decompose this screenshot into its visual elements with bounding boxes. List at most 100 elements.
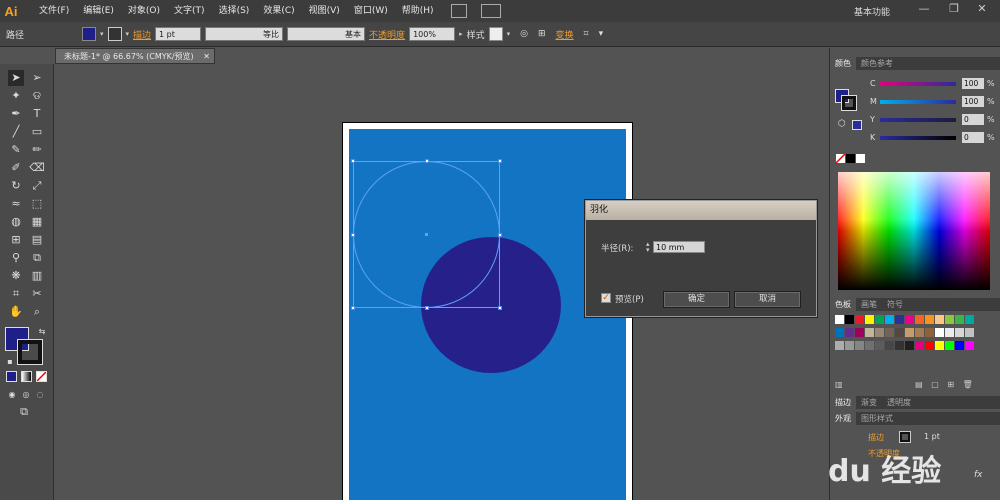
gradient-tool-icon[interactable]: ▤ bbox=[29, 232, 45, 248]
slider-m-value[interactable]: 100 bbox=[962, 96, 984, 107]
opacity-link[interactable]: 不透明度 bbox=[369, 28, 405, 41]
cancel-button[interactable]: 取消 bbox=[734, 291, 801, 308]
none-mode-icon[interactable] bbox=[36, 371, 47, 382]
stroke-swatch[interactable] bbox=[107, 27, 122, 41]
slider-y[interactable]: Y 0 % bbox=[868, 114, 998, 125]
workspace-switcher[interactable]: 基本功能 bbox=[854, 5, 890, 18]
slider-k-bar[interactable] bbox=[880, 136, 956, 140]
arrange-documents-icon[interactable] bbox=[480, 4, 501, 18]
slice-tool-icon[interactable]: ✂ bbox=[29, 286, 45, 302]
rectangle-tool-icon[interactable]: ▭ bbox=[29, 124, 45, 140]
scale-tool-icon[interactable]: ⤢ bbox=[29, 178, 45, 194]
document-tab[interactable]: 未标题-1* @ 66.67% (CMYK/预览) ✕ bbox=[55, 48, 215, 64]
slider-c-bar[interactable] bbox=[880, 82, 956, 86]
swatch-chip[interactable] bbox=[965, 341, 974, 350]
tab-swatches[interactable]: 色板 bbox=[830, 298, 856, 311]
tab-stroke[interactable]: 描边 bbox=[830, 396, 856, 409]
swatch-chip[interactable] bbox=[955, 328, 964, 337]
menu-view[interactable]: 视图(V) bbox=[302, 0, 347, 22]
handle-bottom[interactable] bbox=[425, 306, 429, 310]
eyedropper-tool-icon[interactable]: ⚲ bbox=[8, 250, 24, 266]
swatch-chip[interactable] bbox=[945, 315, 954, 324]
handle-bottom-right[interactable] bbox=[498, 306, 502, 310]
recolor-icon[interactable]: ◎ bbox=[520, 29, 528, 39]
swatch-chip[interactable] bbox=[845, 341, 854, 350]
color-spectrum[interactable] bbox=[838, 172, 990, 290]
swatch-chip[interactable] bbox=[835, 315, 844, 324]
tab-color[interactable]: 颜色 bbox=[830, 57, 856, 70]
selection-tool-icon[interactable]: ➤ bbox=[8, 70, 24, 86]
swatch-chip[interactable] bbox=[905, 328, 914, 337]
handle-top[interactable] bbox=[425, 159, 429, 163]
tab-brushes[interactable]: 画笔 bbox=[856, 298, 882, 311]
shape-builder-tool-icon[interactable]: ◍ bbox=[8, 214, 24, 230]
menu-help[interactable]: 帮助(H) bbox=[395, 0, 441, 22]
slider-m[interactable]: M 100 % bbox=[868, 96, 998, 107]
fill-dropdown-icon[interactable]: ▾ bbox=[100, 30, 104, 38]
swatch-chip[interactable] bbox=[915, 341, 924, 350]
slider-y-bar[interactable] bbox=[880, 118, 956, 122]
swatch-chip[interactable] bbox=[885, 328, 894, 337]
gradient-mode-icon[interactable] bbox=[21, 371, 32, 382]
line-tool-icon[interactable]: ╱ bbox=[8, 124, 24, 140]
swatch-chip[interactable] bbox=[935, 328, 944, 337]
swatch-chip[interactable] bbox=[925, 341, 934, 350]
swatch-chip[interactable] bbox=[835, 341, 844, 350]
swatch-chip[interactable] bbox=[885, 315, 894, 324]
panel-stroke-box[interactable] bbox=[841, 95, 857, 111]
menu-file[interactable]: 文件(F) bbox=[32, 0, 76, 22]
style-dropdown-icon[interactable]: ▾ bbox=[507, 30, 511, 38]
black-color-swatch[interactable] bbox=[846, 154, 855, 163]
close-tab-icon[interactable]: ✕ bbox=[203, 49, 210, 65]
handle-right[interactable] bbox=[498, 233, 502, 237]
swatch-chip[interactable] bbox=[935, 315, 944, 324]
hand-tool-icon[interactable]: ✋ bbox=[8, 304, 24, 320]
swatch-chip[interactable] bbox=[925, 328, 934, 337]
pen-tool-icon[interactable]: ✒ bbox=[8, 106, 24, 122]
slider-m-bar[interactable] bbox=[880, 100, 956, 104]
draw-inside-icon[interactable]: ◌ bbox=[32, 387, 48, 403]
menu-edit[interactable]: 编辑(E) bbox=[76, 0, 121, 22]
stroke-dropdown-icon[interactable]: ▾ bbox=[126, 30, 130, 38]
dialog-title[interactable]: 羽化 bbox=[586, 201, 816, 220]
handle-top-left[interactable] bbox=[351, 159, 355, 163]
swatch-chip[interactable] bbox=[855, 328, 864, 337]
direct-selection-tool-icon[interactable]: ➢ bbox=[29, 70, 45, 86]
fill-swatch[interactable] bbox=[82, 27, 96, 41]
tab-gradient[interactable]: 渐变 bbox=[856, 396, 882, 409]
preview-checkbox[interactable]: ✓ bbox=[601, 293, 611, 303]
stroke-link[interactable]: 描边 bbox=[133, 28, 151, 41]
swatch-chip[interactable] bbox=[955, 315, 964, 324]
slider-k-value[interactable]: 0 bbox=[962, 132, 984, 143]
type-tool-icon[interactable]: T bbox=[29, 106, 45, 122]
minimize-icon[interactable]: — bbox=[910, 0, 938, 18]
menu-window[interactable]: 窗口(W) bbox=[347, 0, 395, 22]
ok-button[interactable]: 确定 bbox=[663, 291, 730, 308]
swatch-chip[interactable] bbox=[955, 341, 964, 350]
handle-left[interactable] bbox=[351, 233, 355, 237]
radius-input[interactable] bbox=[653, 241, 705, 253]
swatch-chip[interactable] bbox=[915, 328, 924, 337]
web-safe-swatch[interactable] bbox=[852, 120, 862, 130]
swatch-chip[interactable] bbox=[835, 328, 844, 337]
swatch-chip[interactable] bbox=[945, 328, 954, 337]
paintbrush-tool-icon[interactable]: ✎ bbox=[8, 142, 24, 158]
pencil-tool-icon[interactable]: ✏ bbox=[29, 142, 45, 158]
tab-symbols[interactable]: 符号 bbox=[882, 298, 908, 311]
swatch-options-icon[interactable]: ▢ bbox=[931, 380, 939, 389]
swatch-libraries-icon[interactable]: ▥ bbox=[835, 380, 843, 389]
color-mode-icon[interactable] bbox=[6, 371, 17, 382]
swatch-chip[interactable] bbox=[845, 315, 854, 324]
swatch-chip[interactable] bbox=[915, 315, 924, 324]
swatch-chip[interactable] bbox=[905, 341, 914, 350]
delete-swatch-icon[interactable]: 🗑 bbox=[963, 380, 973, 389]
restore-icon[interactable]: ❐ bbox=[940, 0, 968, 18]
stroke-weight-field[interactable]: 1 pt bbox=[155, 27, 202, 41]
slider-k[interactable]: K 0 % bbox=[868, 132, 998, 143]
zoom-tool-icon[interactable]: ⌕ bbox=[29, 304, 45, 320]
swatch-chip[interactable] bbox=[895, 315, 904, 324]
new-color-group-icon[interactable]: ▤ bbox=[915, 380, 923, 389]
slider-c-value[interactable]: 100 bbox=[962, 78, 984, 89]
swatch-chip[interactable] bbox=[945, 341, 954, 350]
stroke-color-box[interactable] bbox=[17, 339, 43, 365]
